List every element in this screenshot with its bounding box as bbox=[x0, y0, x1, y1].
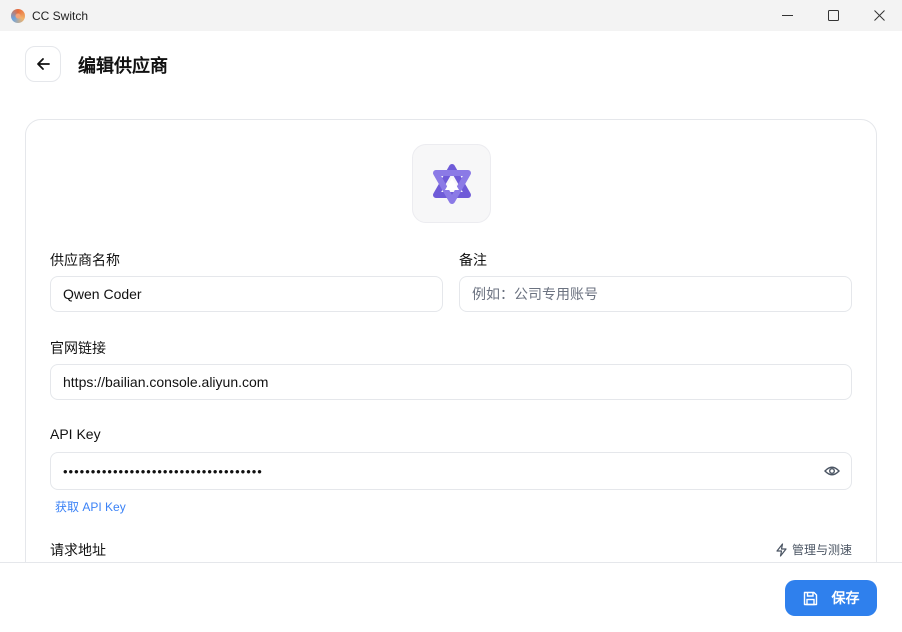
app-logo-icon bbox=[11, 8, 25, 23]
get-api-key-link[interactable]: 获取 API Key bbox=[55, 498, 126, 515]
page-header: 编辑供应商 bbox=[0, 31, 902, 95]
page-title: 编辑供应商 bbox=[78, 56, 168, 76]
note-label: 备注 bbox=[459, 252, 487, 268]
api-key-label: API Key bbox=[50, 426, 101, 442]
provider-form-card: 供应商名称 Qwen Coder 备注 例如：公司专用账号 官网链接 https… bbox=[25, 119, 877, 579]
title-bar: CC Switch bbox=[0, 0, 902, 31]
note-input[interactable]: 例如：公司专用账号 bbox=[459, 276, 852, 312]
manage-speedtest-button[interactable]: 管理与测速 bbox=[775, 541, 852, 558]
api-key-input[interactable]: •••••••••••••••••••••••••••••••••••• bbox=[50, 452, 852, 490]
save-icon bbox=[803, 591, 817, 605]
back-arrow-icon bbox=[37, 58, 50, 70]
window-controls bbox=[764, 0, 902, 31]
website-input[interactable]: https://bailian.console.aliyun.com bbox=[50, 364, 852, 400]
back-button[interactable] bbox=[25, 46, 61, 82]
close-icon bbox=[873, 10, 885, 21]
close-button[interactable] bbox=[856, 0, 902, 31]
save-button[interactable]: 保存 bbox=[785, 580, 877, 616]
api-key-value: •••••••••••••••••••••••••••••••••••• bbox=[63, 463, 263, 479]
website-label: 官网链接 bbox=[50, 340, 106, 356]
save-label: 保存 bbox=[831, 590, 860, 606]
maximize-icon bbox=[827, 10, 839, 21]
eye-icon[interactable] bbox=[824, 464, 840, 478]
provider-name-input[interactable]: Qwen Coder bbox=[50, 276, 443, 312]
maximize-button[interactable] bbox=[810, 0, 856, 31]
window-title: CC Switch bbox=[32, 8, 89, 23]
provider-logo[interactable] bbox=[412, 144, 491, 223]
lightning-icon bbox=[776, 542, 787, 557]
minimize-button[interactable] bbox=[764, 0, 810, 31]
qwen-logo-icon bbox=[432, 163, 471, 204]
minimize-icon bbox=[781, 15, 793, 16]
footer-bar: 保存 bbox=[0, 562, 902, 632]
provider-name-label: 供应商名称 bbox=[50, 252, 120, 268]
endpoint-label: 请求地址 bbox=[50, 542, 106, 558]
manage-speedtest-label: 管理与测速 bbox=[791, 543, 852, 557]
